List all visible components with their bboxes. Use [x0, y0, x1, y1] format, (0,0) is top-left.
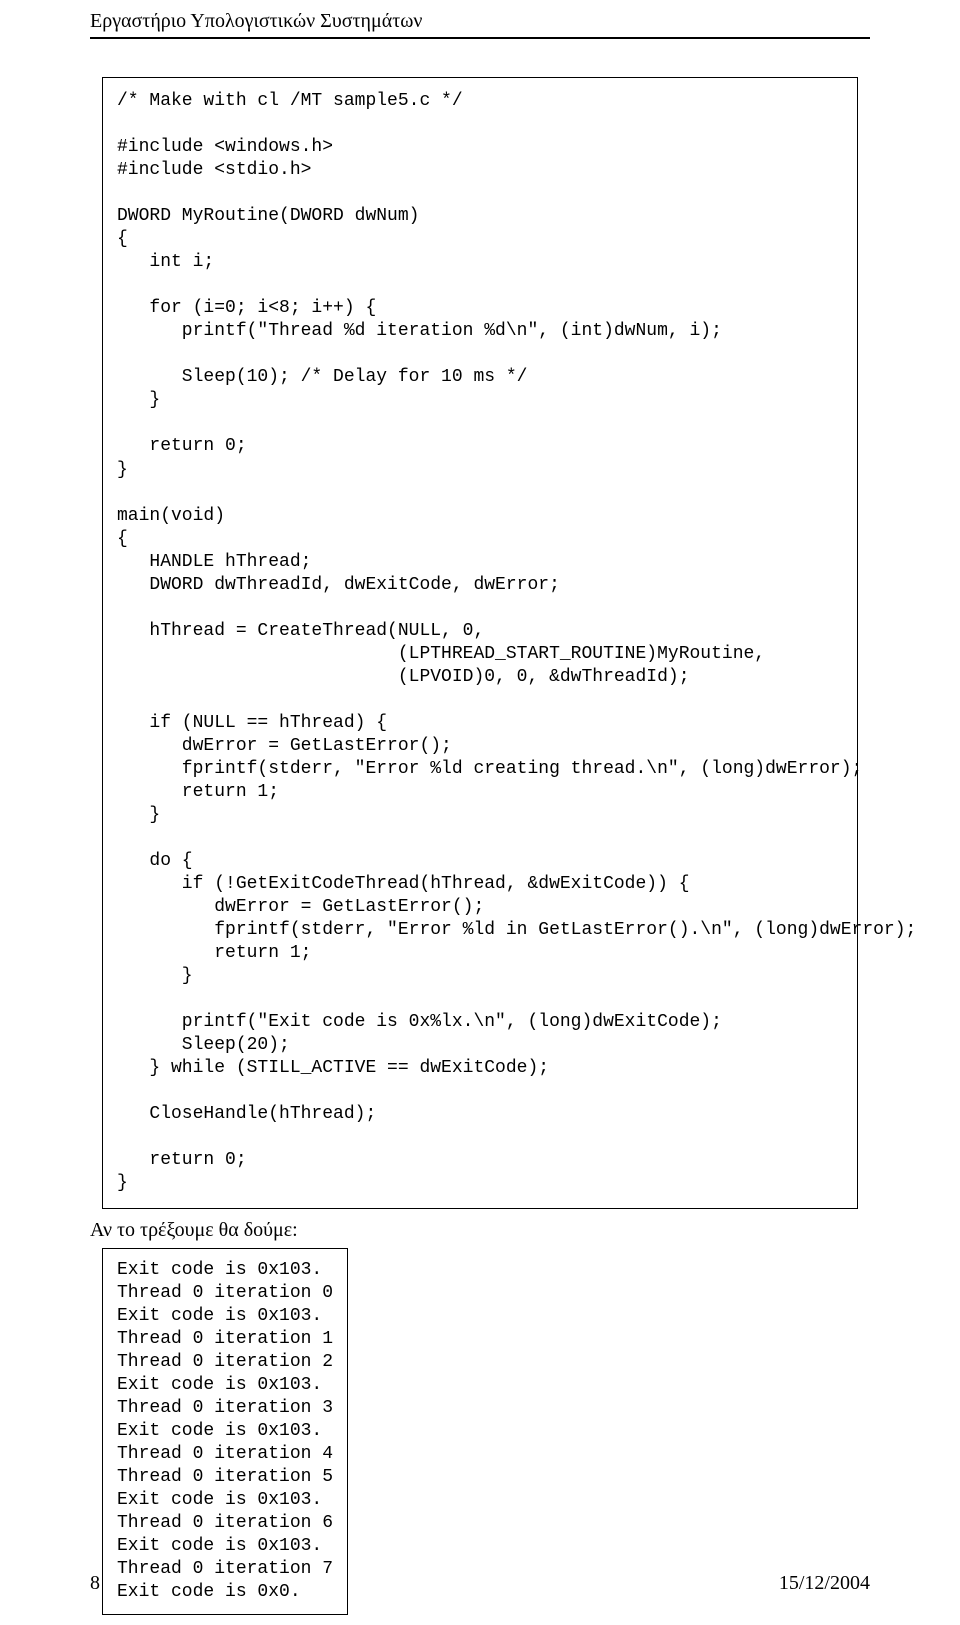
page-footer: 8 15/12/2004	[90, 1572, 870, 1595]
footer-date: 15/12/2004	[779, 1572, 870, 1595]
code-listing: /* Make with cl /MT sample5.c */ #includ…	[117, 90, 843, 1196]
page-number: 8	[90, 1572, 100, 1595]
program-output-box: Exit code is 0x103. Thread 0 iteration 0…	[102, 1248, 348, 1615]
run-result-intro: Αν το τρέξουμε θα δούμε:	[90, 1219, 870, 1242]
program-output: Exit code is 0x103. Thread 0 iteration 0…	[117, 1259, 333, 1604]
page-title: Εργαστήριο Υπολογιστικών Συστημάτων	[90, 0, 870, 39]
page-root: Εργαστήριο Υπολογιστικών Συστημάτων /* M…	[0, 0, 960, 1625]
code-listing-box: /* Make with cl /MT sample5.c */ #includ…	[102, 77, 858, 1209]
